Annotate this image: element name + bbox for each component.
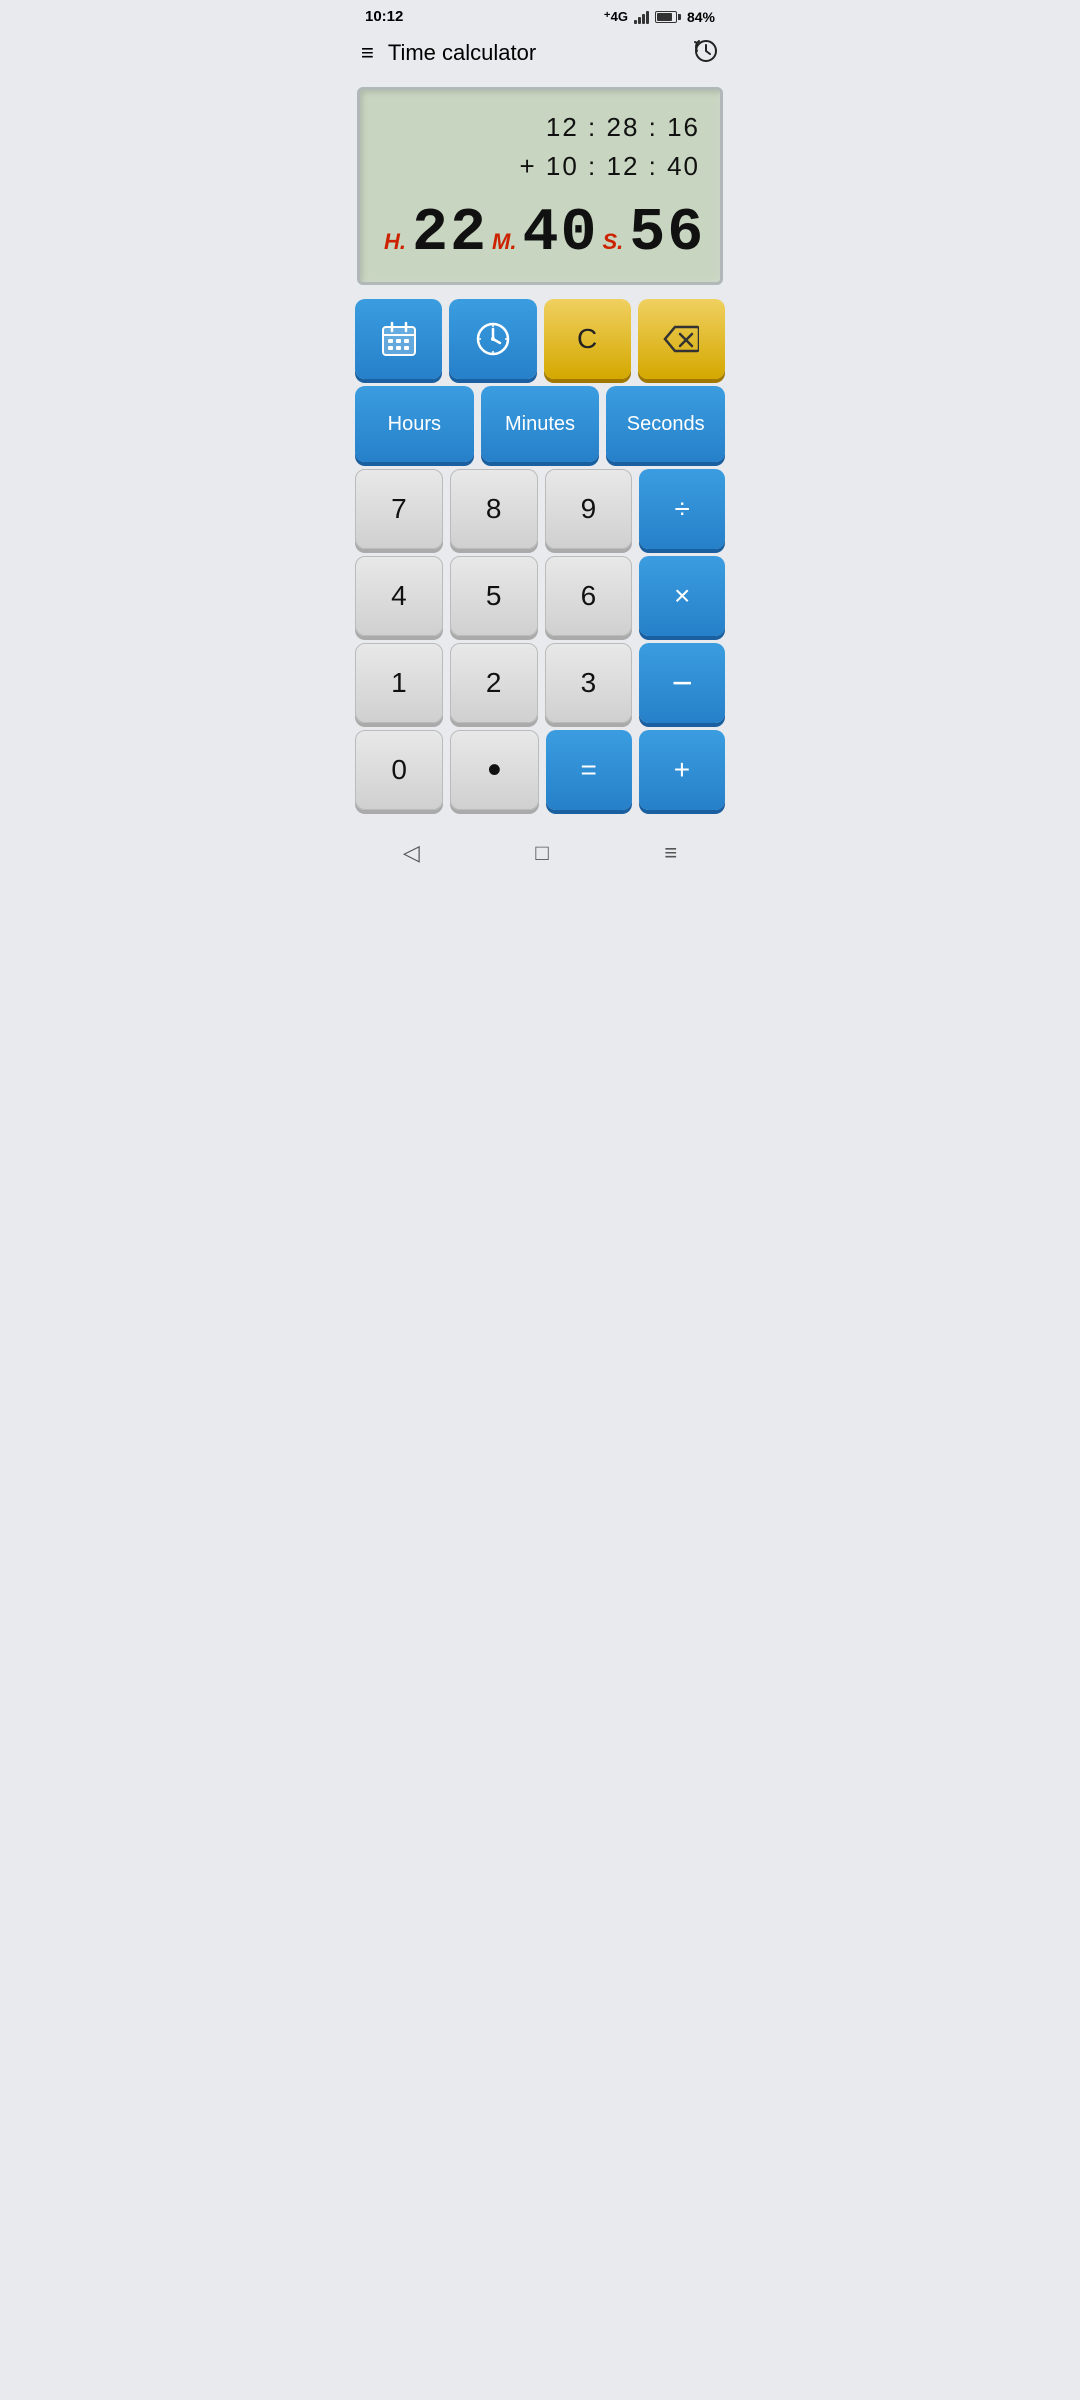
key-row-5: 1 2 3 − xyxy=(355,643,725,723)
hours-button[interactable]: Hours xyxy=(355,386,474,462)
status-time: 10:12 xyxy=(365,8,403,25)
key-5[interactable]: 5 xyxy=(450,556,538,636)
seconds-label: Seconds xyxy=(627,413,705,436)
status-bar: 10:12 ⁺4G 84% xyxy=(345,0,735,29)
seconds-value: 56 xyxy=(629,200,705,268)
subtract-button[interactable]: − xyxy=(639,643,725,723)
clear-button[interactable]: C xyxy=(544,299,631,379)
seconds-label: S. xyxy=(602,229,623,255)
display-line2: + 10 : 12 : 40 xyxy=(380,147,700,186)
minutes-button[interactable]: Minutes xyxy=(481,386,600,462)
history-button[interactable] xyxy=(693,37,719,69)
nav-bar: ◁ □ ≡ xyxy=(345,820,735,882)
hours-label: Hours xyxy=(388,413,441,436)
minutes-value: 40 xyxy=(522,200,598,268)
key-0[interactable]: 0 xyxy=(355,730,443,810)
calendar-icon xyxy=(379,319,419,359)
history-icon-svg xyxy=(693,37,719,63)
top-bar: ≡ Time calculator xyxy=(345,29,735,79)
recent-button[interactable]: ≡ xyxy=(644,834,697,872)
result-seconds-group: S. 56 xyxy=(602,200,705,268)
equals-button[interactable]: = xyxy=(546,730,632,810)
backspace-button[interactable] xyxy=(638,299,725,379)
minutes-label: M. xyxy=(492,229,516,255)
key-3[interactable]: 3 xyxy=(545,643,633,723)
key-row-4: 4 5 6 × xyxy=(355,556,725,636)
key-row-1: C xyxy=(355,299,725,379)
minutes-label: Minutes xyxy=(505,413,575,436)
clock-button[interactable] xyxy=(449,299,536,379)
key-7[interactable]: 7 xyxy=(355,469,443,549)
add-button[interactable]: + xyxy=(639,730,725,810)
key-row-2: Hours Minutes Seconds xyxy=(355,386,725,462)
key-row-6: 0 • = + xyxy=(355,730,725,810)
key-6[interactable]: 6 xyxy=(545,556,633,636)
divide-button[interactable]: ÷ xyxy=(639,469,725,549)
backspace-icon xyxy=(663,325,699,353)
hours-label: H. xyxy=(384,229,406,255)
app-title: Time calculator xyxy=(388,40,693,66)
signal-icon: ⁺4G xyxy=(604,9,628,25)
calculator-display: 12 : 28 : 16 + 10 : 12 : 40 H. 22 M. 40 … xyxy=(357,87,723,285)
key-9[interactable]: 9 xyxy=(545,469,633,549)
result-hours-group: H. 22 xyxy=(384,200,488,268)
clear-label: C xyxy=(577,323,597,355)
menu-button[interactable]: ≡ xyxy=(361,40,374,66)
seconds-button[interactable]: Seconds xyxy=(606,386,725,462)
key-8[interactable]: 8 xyxy=(450,469,538,549)
home-button[interactable]: □ xyxy=(515,834,568,872)
key-4[interactable]: 4 xyxy=(355,556,443,636)
key-row-3: 7 8 9 ÷ xyxy=(355,469,725,549)
display-line1: 12 : 28 : 16 xyxy=(380,108,700,147)
signal-bars xyxy=(634,10,649,24)
display-lines: 12 : 28 : 16 + 10 : 12 : 40 xyxy=(380,108,700,186)
result-minutes-group: M. 40 xyxy=(492,200,598,268)
keypad: C Hours Minutes Seconds 7 8 9 xyxy=(345,299,735,820)
multiply-button[interactable]: × xyxy=(639,556,725,636)
battery-percent: 84% xyxy=(687,9,715,25)
key-dot[interactable]: • xyxy=(450,730,538,810)
key-1[interactable]: 1 xyxy=(355,643,443,723)
back-button[interactable]: ◁ xyxy=(383,834,440,872)
clock-icon xyxy=(473,319,513,359)
display-result: H. 22 M. 40 S. 56 xyxy=(380,200,700,268)
battery-icon xyxy=(655,11,681,23)
calendar-button[interactable] xyxy=(355,299,442,379)
key-2[interactable]: 2 xyxy=(450,643,538,723)
hours-value: 22 xyxy=(412,200,488,268)
status-right: ⁺4G 84% xyxy=(604,9,715,25)
